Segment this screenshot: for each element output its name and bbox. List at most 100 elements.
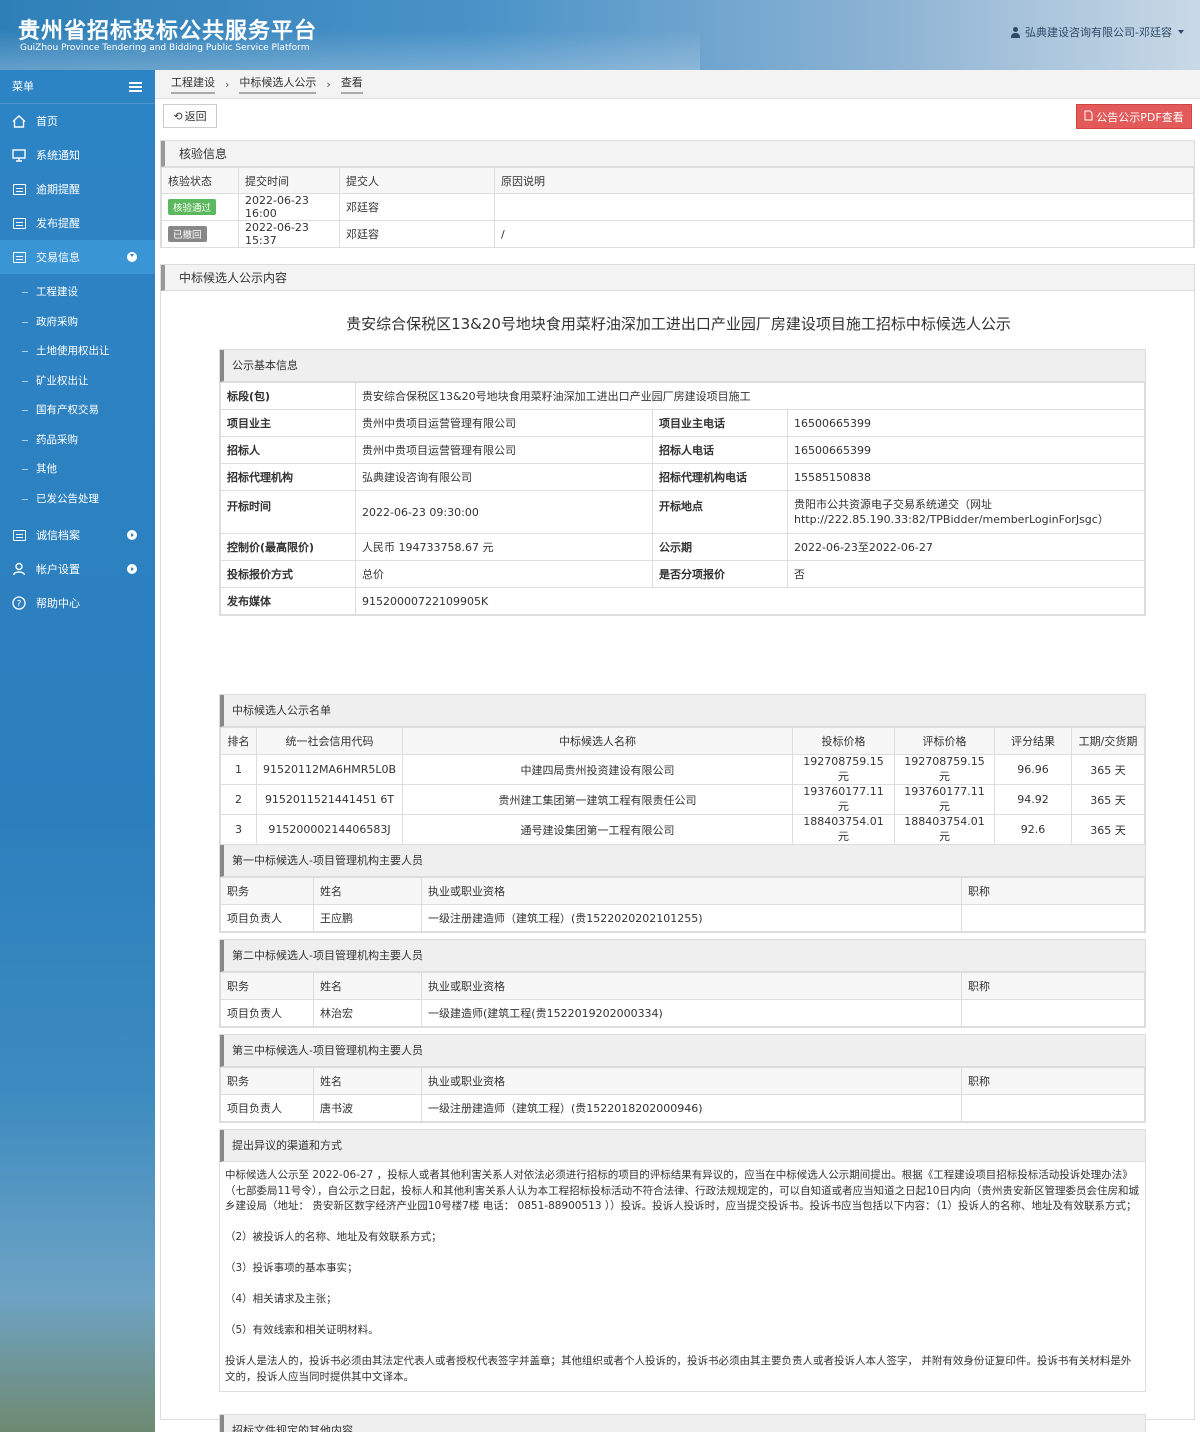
table-row: 已撤回 2022-06-23 15:37 邓廷容 / xyxy=(161,220,1194,248)
eval-price-cell: 192708759.15 元 xyxy=(894,754,995,785)
section-title: 提出异议的渠道和方式 xyxy=(220,1130,1145,1162)
home-icon xyxy=(12,114,26,128)
table-row: 招标代理机构 弘典建设咨询有限公司 招标代理机构电话 15585150838 xyxy=(220,463,1145,491)
reason-cell: / xyxy=(494,220,1194,248)
field-value: 总价 xyxy=(355,560,653,588)
objection-paragraph: 投诉人是法人的，投诉书必须由其法定代表人或者授权代表签字并盖章；其他组织或者个人… xyxy=(225,1355,1132,1383)
sidebar-heading: 菜单 xyxy=(12,80,34,93)
field-value: 15585150838 xyxy=(787,463,1145,491)
sidebar-item-publish[interactable]: 发布提醒 xyxy=(0,206,155,240)
back-button[interactable]: ⟲ 返回 xyxy=(163,104,217,128)
rank-cell: 2 xyxy=(220,784,257,815)
sidebar-item-label: 系统通知 xyxy=(36,149,80,162)
svg-text:?: ? xyxy=(17,600,22,610)
qualification-cell: 一级建造师(建筑工程(贵1522019202000334) xyxy=(421,999,962,1027)
status-badge: 已撤回 xyxy=(168,226,207,242)
sidebar-item-label: 逾期提醒 xyxy=(36,183,80,196)
field-value: 16500665399 xyxy=(787,409,1145,437)
sidebar-item-help[interactable]: ? 帮助中心 xyxy=(0,586,155,620)
section-title: 第二中标候选人-项目管理机构主要人员 xyxy=(220,940,1145,972)
basic-info-section: 公示基本信息 标段(包) 贵安综合保税区13&20号地块食用菜籽油深加工进出口产… xyxy=(219,349,1146,616)
personnel-section-1: 第一中标候选人-项目管理机构主要人员 职务 姓名 执业或职业资格 职称 项目负责… xyxy=(219,844,1146,933)
caret-down-icon xyxy=(1178,30,1184,34)
sidebar-item-credit[interactable]: 诚信档案 xyxy=(0,518,155,552)
table-header-row: 排名 统一社会信用代码 中标候选人名称 投标价格 评标价格 评分结果 工期/交货… xyxy=(220,727,1145,755)
breadcrumb-candidate-notice[interactable]: 中标候选人公示 xyxy=(239,74,317,94)
sidebar-subitem-gov-purchase[interactable]: 政府采购 xyxy=(0,308,155,338)
sidebar-item-account[interactable]: 帐户设置 xyxy=(0,552,155,586)
column-header: 姓名 xyxy=(313,877,422,905)
sidebar-subitem-other[interactable]: 其他 xyxy=(0,455,155,485)
sidebar-item-label: 帮助中心 xyxy=(36,597,80,610)
sidebar-item-home[interactable]: 首页 xyxy=(0,104,155,138)
section-title: 招标文件规定的其他内容 xyxy=(220,1415,1145,1432)
sidebar-subitem-published[interactable]: 已发公告处理 xyxy=(0,485,155,515)
pdf-view-button[interactable]: 公告公示PDF查看 xyxy=(1076,104,1192,129)
field-label: 控制价(最高限价) xyxy=(220,533,356,561)
sidebar-subitem-land[interactable]: 土地使用权出让 xyxy=(0,337,155,367)
breadcrumb: 工程建设 › 中标候选人公示 › 查看 xyxy=(155,70,1200,99)
candidates-section: 中标候选人公示名单 排名 统一社会信用代码 中标候选人名称 投标价格 评标价格 … xyxy=(219,694,1146,846)
field-value: 2022-06-23至2022-06-27 xyxy=(787,533,1145,561)
table-row: 发布媒体 91520000722109905K xyxy=(220,587,1145,615)
column-header: 提交时间 xyxy=(238,167,340,194)
sidebar-item-trade[interactable]: 交易信息 xyxy=(0,240,155,274)
user-name[interactable]: 弘典建设咨询有限公司-邓廷容 xyxy=(1025,24,1172,40)
column-header: 职称 xyxy=(961,877,1145,905)
name-cell: 林治宏 xyxy=(313,999,422,1027)
rank-cell: 1 xyxy=(220,754,257,785)
field-label: 招标人电话 xyxy=(652,436,788,464)
breadcrumb-engineering[interactable]: 工程建设 xyxy=(171,74,215,94)
table-row: 项目负责人 王应鹏 一级注册建造师（建筑工程）(贵152202020210125… xyxy=(220,904,1145,932)
field-value: 贵安综合保税区13&20号地块食用菜籽油深加工进出口产业园厂房建设项目施工 xyxy=(355,382,1145,410)
sidebar-subitem-state-asset[interactable]: 国有产权交易 xyxy=(0,396,155,426)
objection-text: 中标候选人公示至 2022-06-27 ，投标人或者其他利害关系人对依法必须进行… xyxy=(220,1162,1145,1391)
candidate-name-cell: 中建四局贵州投资建设有限公司 xyxy=(402,754,793,785)
score-cell: 96.96 xyxy=(994,754,1072,785)
menu-toggle-icon[interactable] xyxy=(129,82,142,92)
title-cell xyxy=(961,904,1145,932)
column-header: 投标价格 xyxy=(792,727,895,755)
field-label: 招标代理机构 xyxy=(220,463,356,491)
sidebar-subitem-mining[interactable]: 矿业权出让 xyxy=(0,367,155,397)
field-label: 标段(包) xyxy=(220,382,356,410)
personnel-table: 职务 姓名 执业或职业资格 职称 项目负责人 林治宏 一级建造师(建筑工程(贵1… xyxy=(220,972,1145,1027)
verify-table: 核验状态 提交时间 提交人 原因说明 核验通过 2022-06-23 16:00… xyxy=(161,167,1194,248)
rank-cell: 3 xyxy=(220,814,257,845)
toolbar: ⟲ 返回 公告公示PDF查看 xyxy=(155,99,1200,133)
column-header: 职称 xyxy=(961,1067,1145,1095)
personnel-table: 职务 姓名 执业或职业资格 职称 项目负责人 王应鹏 一级注册建造师（建筑工程）… xyxy=(220,877,1145,932)
field-label: 公示期 xyxy=(652,533,788,561)
user-menu[interactable]: 弘典建设咨询有限公司-邓廷容 xyxy=(1010,24,1184,40)
field-value: 16500665399 xyxy=(787,436,1145,464)
role-cell: 项目负责人 xyxy=(220,999,314,1027)
qualification-cell: 一级注册建造师（建筑工程）(贵1522020202101255) xyxy=(421,904,962,932)
name-cell: 王应鹏 xyxy=(313,904,422,932)
sidebar-item-notice[interactable]: 系统通知 xyxy=(0,138,155,172)
sidebar-subitem-engineering[interactable]: 工程建设 xyxy=(0,278,155,308)
column-header: 评标价格 xyxy=(894,727,995,755)
score-cell: 92.6 xyxy=(994,814,1072,845)
time-cell: 2022-06-23 16:00 xyxy=(238,193,340,221)
field-value: 弘典建设咨询有限公司 xyxy=(355,463,653,491)
main-content: 工程建设 › 中标候选人公示 › 查看 ⟲ 返回 公告公示PDF查看 核验信息 … xyxy=(155,70,1200,1432)
chevron-right-icon xyxy=(127,564,137,574)
site-title[interactable]: 贵州省招标投标公共服务平台 xyxy=(18,13,317,45)
list-icon xyxy=(12,250,26,264)
table-header-row: 职务 姓名 执业或职业资格 职称 xyxy=(220,972,1145,1000)
field-label: 发布媒体 xyxy=(220,587,356,615)
table-row: 核验通过 2022-06-23 16:00 邓廷容 xyxy=(161,193,1194,221)
section-title: 第一中标候选人-项目管理机构主要人员 xyxy=(220,845,1145,877)
field-label: 招标代理机构电话 xyxy=(652,463,788,491)
sidebar-item-overdue[interactable]: 逾期提醒 xyxy=(0,172,155,206)
field-label: 开标时间 xyxy=(220,490,356,534)
candidate-name-cell: 贵州建工集团第一建筑工程有限责任公司 xyxy=(402,784,793,815)
table-row: 标段(包) 贵安综合保税区13&20号地块食用菜籽油深加工进出口产业园厂房建设项… xyxy=(220,382,1145,410)
back-icon: ⟲ xyxy=(173,109,183,123)
table-row: 1 91520112MA6HMR5L0B 中建四局贵州投资建设有限公司 1927… xyxy=(220,754,1145,785)
personnel-section-2: 第二中标候选人-项目管理机构主要人员 职务 姓名 执业或职业资格 职称 项目负责… xyxy=(219,939,1146,1028)
score-cell: 94.92 xyxy=(994,784,1072,815)
sidebar-subitem-medicine[interactable]: 药品采购 xyxy=(0,426,155,456)
section-title: 中标候选人公示名单 xyxy=(220,695,1145,727)
basic-info-table: 标段(包) 贵安综合保税区13&20号地块食用菜籽油深加工进出口产业园厂房建设项… xyxy=(220,382,1145,615)
